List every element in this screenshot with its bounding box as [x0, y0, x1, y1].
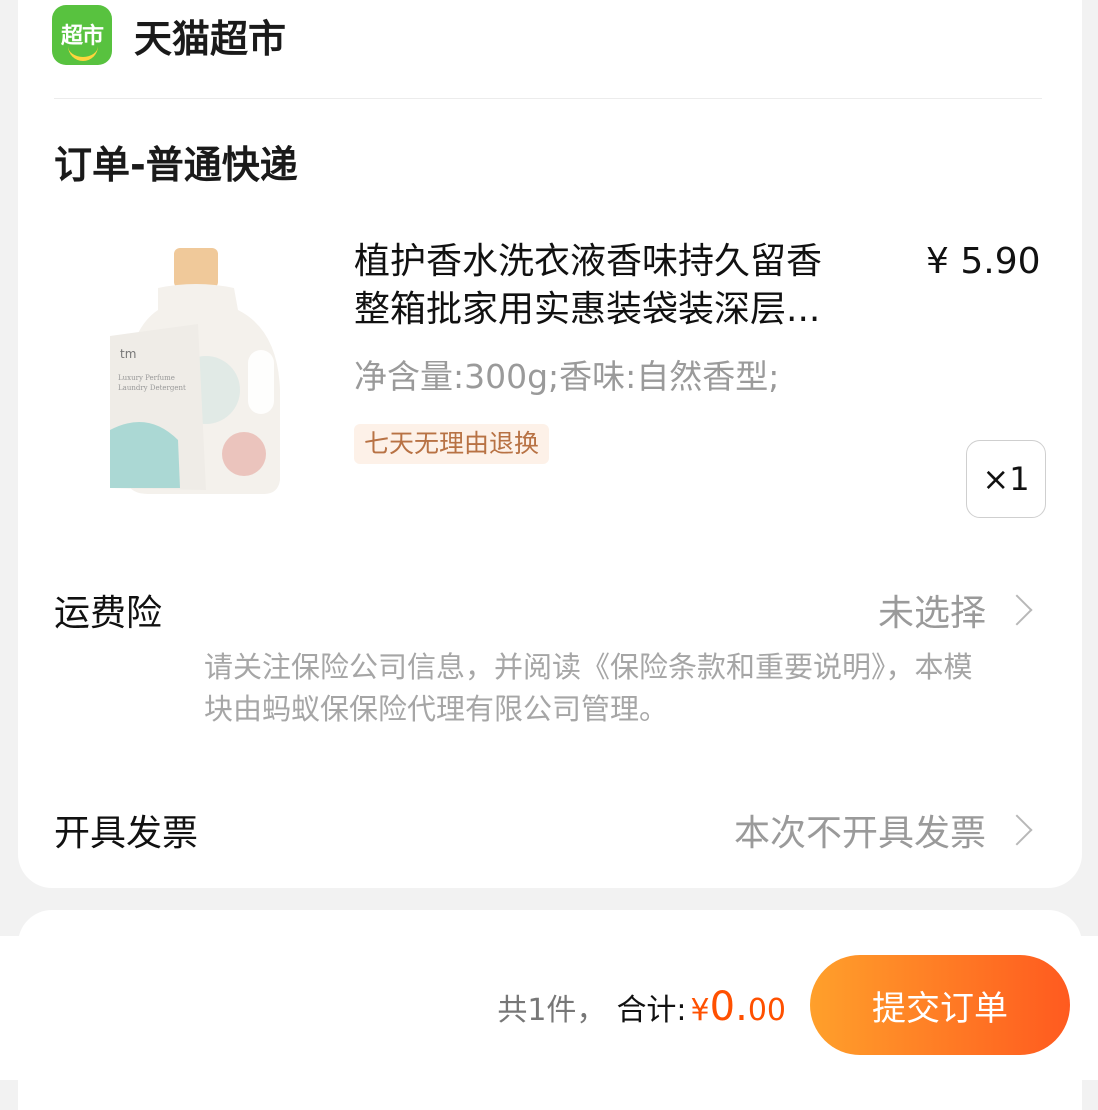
divider: [54, 98, 1042, 99]
return-policy-tag: 七天无理由退换: [354, 424, 550, 464]
total-amount-int: 0.: [709, 984, 748, 1030]
quantity-stepper[interactable]: ×1: [966, 440, 1046, 518]
shipping-insurance-label: 运费险: [54, 593, 163, 634]
chevron-right-icon: [1001, 814, 1033, 846]
product-image[interactable]: tm Luxury Perfume Laundry Detergent: [88, 240, 288, 500]
invoice-selector[interactable]: 本次不开具发票: [733, 804, 1033, 856]
product-title[interactable]: 植护香水洗衣液香味持久留香 整箱批家用实惠装袋装深层...: [354, 238, 914, 334]
image-brand: tm: [120, 347, 136, 361]
product-price: ¥ 5.90: [926, 241, 1041, 282]
invoice-value: 本次不开具发票: [733, 813, 986, 854]
bottle-cap-icon: [174, 248, 218, 288]
store-header[interactable]: 超市 天猫超市: [52, 0, 286, 100]
currency-symbol: ¥: [690, 993, 710, 1028]
order-card: 超市 天猫超市 订单-普通快递 tm Luxury Perfume Laundr…: [18, 0, 1082, 888]
item-count: 共1件，: [497, 993, 607, 1028]
shipping-insurance-value: 未选择: [877, 593, 986, 634]
submit-order-button[interactable]: 提交订单: [810, 955, 1070, 1055]
product-title-line1: 植护香水洗衣液香味持久留香: [354, 241, 823, 282]
total-amount-dec: 00: [747, 993, 786, 1028]
invoice-label: 开具发票: [54, 813, 199, 854]
product-title-line2: 整箱批家用实惠装袋装深层...: [354, 289, 821, 330]
image-label-2: Laundry Detergent: [118, 384, 186, 392]
product-spec: 净含量:300g;香味:自然香型;: [354, 357, 780, 396]
image-label-1: Luxury Perfume: [118, 374, 175, 382]
logo-smile-icon: [68, 45, 98, 61]
store-name: 天猫超市: [134, 16, 287, 61]
total-label: 合计:: [616, 993, 687, 1028]
order-summary: 共1件， 合计: ¥ 0. 00: [497, 984, 786, 1030]
shipping-insurance-selector[interactable]: 未选择: [877, 584, 1033, 636]
tmall-supermarket-logo-icon: 超市: [52, 5, 112, 65]
section-title: 订单-普通快递: [54, 143, 298, 187]
chevron-right-icon: [1001, 594, 1033, 626]
insurance-note: 请关注保险公司信息，并阅读《保险条款和重要说明》，本模块由蚂蚁保保险代理有限公司…: [204, 650, 973, 726]
